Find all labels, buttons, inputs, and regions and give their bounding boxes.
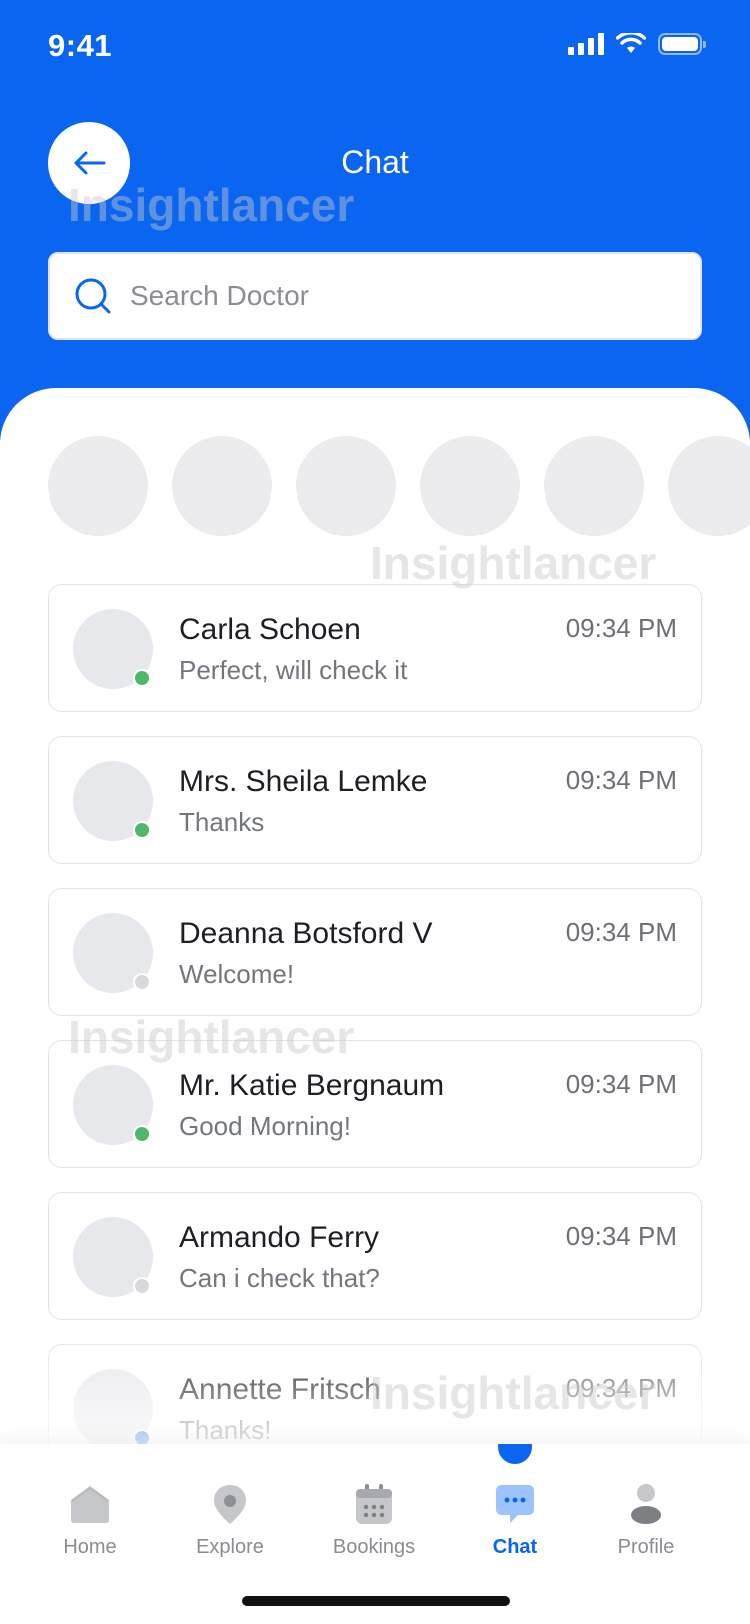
chat-time: 09:34 PM — [565, 1069, 677, 1099]
status-dot — [133, 1125, 151, 1143]
battery-icon — [658, 33, 706, 55]
chat-item[interactable]: Mrs. Sheila Lemke Thanks 09:34 PM — [48, 736, 702, 864]
status-dot — [133, 973, 151, 991]
chat-last-message: Can i check that? — [179, 1263, 380, 1293]
tab-label: Explore — [196, 1536, 264, 1558]
tab-label: Profile — [617, 1536, 675, 1558]
home-icon — [71, 1486, 109, 1523]
home-indicator — [242, 1596, 510, 1606]
chat-item[interactable]: Deanna Botsford V Welcome! 09:34 PM — [48, 888, 702, 1016]
status-bar: 9:41 — [0, 0, 750, 92]
story-avatar[interactable] — [420, 436, 520, 536]
user-icon — [631, 1484, 661, 1524]
status-time: 9:41 — [48, 28, 113, 63]
doctor-stories-row — [48, 436, 750, 536]
chat-time: 09:34 PM — [565, 613, 677, 643]
story-avatar[interactable] — [48, 436, 148, 536]
chat-list: Carla Schoen Perfect, will check it 09:3… — [48, 584, 702, 1496]
tab-label: Bookings — [332, 1536, 416, 1558]
cellular-signal-icon — [568, 33, 604, 55]
status-dot — [133, 1277, 151, 1295]
chat-last-message: Thanks! — [179, 1415, 272, 1445]
story-avatar[interactable] — [544, 436, 644, 536]
chat-last-message: Thanks — [179, 807, 265, 837]
chat-time: 09:34 PM — [565, 765, 677, 795]
tab-explore[interactable]: Explore — [170, 1480, 290, 1559]
tab-bookings[interactable]: Bookings — [314, 1480, 434, 1559]
chat-item[interactable]: Armando Ferry Can i check that? 09:34 PM — [48, 1192, 702, 1320]
status-icons — [568, 33, 706, 55]
chat-last-message: Welcome! — [179, 959, 295, 989]
tab-profile[interactable]: Profile — [586, 1480, 706, 1559]
chat-name: Armando Ferry — [179, 1221, 380, 1254]
chat-name: Carla Schoen — [179, 613, 361, 646]
search-icon — [75, 278, 111, 314]
status-dot — [133, 821, 151, 839]
chat-name: Deanna Botsford V — [179, 917, 433, 950]
search-input[interactable] — [130, 280, 650, 312]
chat-time: 09:34 PM — [565, 1373, 677, 1403]
search-bar[interactable] — [48, 252, 702, 340]
calendar-icon — [356, 1484, 392, 1524]
tab-home[interactable]: Home — [30, 1480, 150, 1559]
chat-time: 09:34 PM — [565, 1221, 677, 1251]
wifi-icon — [616, 33, 646, 53]
location-pin-icon — [214, 1485, 246, 1524]
page-title: Chat — [341, 144, 409, 180]
chat-item[interactable]: Mr. Katie Bergnaum Good Morning! 09:34 P… — [48, 1040, 702, 1168]
chat-last-message: Good Morning! — [179, 1111, 351, 1141]
tab-chat[interactable]: Chat — [455, 1480, 575, 1559]
tab-label: Chat — [492, 1536, 538, 1558]
story-avatar[interactable] — [668, 436, 750, 536]
story-avatar[interactable] — [296, 436, 396, 536]
chat-bubble-icon — [496, 1485, 534, 1523]
chat-item[interactable]: Carla Schoen Perfect, will check it 09:3… — [48, 584, 702, 712]
chat-name: Mr. Katie Bergnaum — [179, 1069, 445, 1102]
chat-name: Mrs. Sheila Lemke — [179, 765, 428, 798]
chat-time: 09:34 PM — [565, 917, 677, 947]
status-dot — [133, 669, 151, 687]
chat-name: Annette Fritsch — [179, 1373, 381, 1406]
chat-last-message: Perfect, will check it — [179, 655, 408, 685]
tab-label: Home — [63, 1536, 117, 1558]
story-avatar[interactable] — [172, 436, 272, 536]
